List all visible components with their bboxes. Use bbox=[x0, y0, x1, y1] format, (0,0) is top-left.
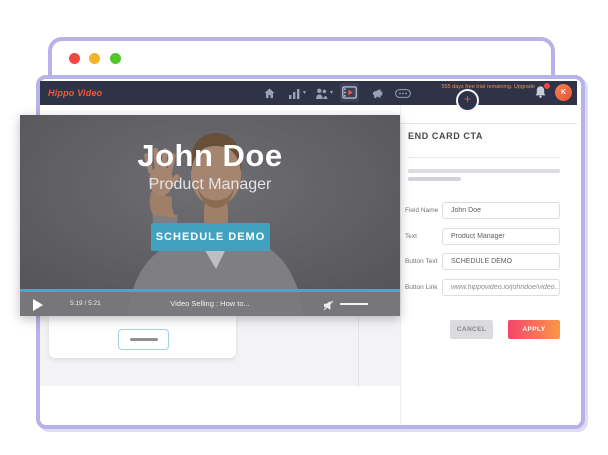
endcard-name-text: John Doe bbox=[20, 138, 400, 174]
button-text-label: Button Text bbox=[405, 258, 441, 265]
panel-heading: END CARD CTA bbox=[408, 131, 483, 141]
video-library-icon[interactable] bbox=[340, 83, 359, 102]
analytics-caret-icon: ▾ bbox=[303, 89, 306, 96]
button-text-input[interactable] bbox=[442, 253, 560, 270]
cancel-button[interactable]: CANCEL bbox=[450, 320, 493, 339]
field-name-label: Field Name bbox=[405, 207, 441, 214]
canvas-divider-line bbox=[358, 316, 359, 386]
contacts-caret-icon: ▾ bbox=[330, 89, 333, 96]
cta-button-placeholder bbox=[118, 329, 169, 350]
window-close-dot[interactable] bbox=[69, 53, 80, 64]
video-controls-bar: 5:19 / 5:21 Video Selling : How to... bbox=[20, 292, 400, 316]
hippo-video-logo[interactable]: Hippo Video bbox=[48, 88, 102, 98]
panel-top-divider bbox=[400, 123, 577, 124]
endcard-cta-button[interactable]: SCHEDULE DEMO bbox=[151, 223, 270, 251]
placeholder-dash bbox=[130, 338, 158, 341]
user-avatar[interactable]: K bbox=[555, 84, 572, 101]
button-link-label: Button Link bbox=[405, 284, 441, 291]
text-label: Text bbox=[405, 233, 441, 240]
volume-slider[interactable] bbox=[340, 303, 368, 305]
apply-button[interactable]: APPLY bbox=[508, 320, 560, 339]
home-icon[interactable] bbox=[262, 86, 277, 101]
field-name-input[interactable] bbox=[442, 202, 560, 219]
analytics-icon[interactable] bbox=[287, 86, 302, 101]
contacts-icon[interactable] bbox=[314, 86, 329, 101]
skeleton-bar bbox=[408, 169, 560, 173]
button-link-input[interactable] bbox=[442, 279, 560, 296]
text-input[interactable] bbox=[442, 228, 560, 245]
endcard-role-text: Product Manager bbox=[20, 176, 400, 194]
notification-badge bbox=[543, 82, 551, 90]
volume-muted-icon[interactable] bbox=[323, 298, 334, 309]
panel-heading-divider bbox=[408, 157, 560, 158]
create-video-plus-button[interactable]: + bbox=[456, 89, 479, 112]
window-maximize-dot[interactable] bbox=[110, 53, 121, 64]
campaigns-icon[interactable] bbox=[370, 86, 385, 101]
app-header: Hippo Video ▾ ▾ 555 days free trial rema… bbox=[40, 81, 577, 105]
skeleton-bar bbox=[408, 177, 461, 181]
window-minimize-dot[interactable] bbox=[89, 53, 100, 64]
video-player: John Doe Product Manager SCHEDULE DEMO 5… bbox=[20, 115, 400, 316]
